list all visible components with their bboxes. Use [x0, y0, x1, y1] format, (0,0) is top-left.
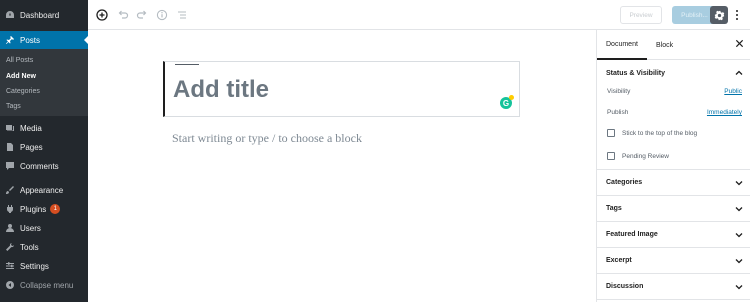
menu-item-pages[interactable]: Pages: [0, 138, 88, 156]
block-navigation-button[interactable]: [174, 7, 190, 23]
panel-title: Discussion: [606, 283, 644, 290]
chevron-down-icon: [735, 233, 743, 238]
content-info-button[interactable]: [154, 7, 170, 23]
settings-icon: [5, 261, 15, 271]
list-view-icon: [178, 11, 186, 19]
dashboard-icon: [5, 10, 15, 20]
title-toolbar-line: [175, 64, 199, 65]
plugin-icon: [5, 204, 15, 214]
collapse-icon: [5, 280, 15, 290]
brush-icon: [5, 185, 15, 195]
menu-label: Pages: [20, 142, 43, 152]
close-icon: [735, 39, 744, 48]
panel-title: Featured Image: [606, 231, 658, 238]
panel-title: Status & Visibility: [606, 69, 665, 77]
close-sidebar-button[interactable]: [735, 39, 745, 49]
grammarly-icon[interactable]: G: [500, 95, 514, 109]
submenu-categories[interactable]: Categories: [6, 88, 40, 95]
chevron-up-icon: [735, 70, 743, 75]
menu-item-users[interactable]: Users: [0, 219, 88, 237]
admin-sidebar: Dashboard Posts All Posts Add New Catego…: [0, 0, 88, 302]
chevron-down-icon: [735, 285, 743, 290]
menu-label: Users: [20, 223, 41, 233]
editor-canvas: Add title G Start writing or type / to c…: [88, 30, 596, 302]
settings-toggle-button[interactable]: [710, 6, 728, 24]
tab-block[interactable]: Block: [656, 30, 673, 60]
menu-label: Settings: [20, 261, 49, 271]
media-icon: [5, 123, 15, 133]
menu-label: Media: [20, 123, 42, 133]
plugin-update-badge: 1: [50, 204, 61, 214]
panel-categories[interactable]: Categories: [597, 170, 750, 196]
plus-circle-icon: [96, 9, 108, 21]
panel-title: Categories: [606, 179, 643, 186]
sticky-checkbox-label: Stick to the top of the blog: [622, 130, 698, 137]
gear-icon: [714, 10, 724, 20]
info-icon: [156, 9, 168, 21]
submenu-all-posts[interactable]: All Posts: [6, 57, 33, 64]
post-title-input[interactable]: Add title: [173, 76, 269, 104]
sidebar-tabs: Document Block: [597, 30, 750, 60]
redo-button[interactable]: [134, 7, 150, 23]
posts-submenu: All Posts Add New Categories Tags: [0, 49, 88, 116]
menu-label: Comments: [20, 161, 59, 171]
preview-button[interactable]: Preview: [620, 6, 662, 24]
menu-item-plugins[interactable]: Plugins 1: [0, 200, 88, 218]
menu-item-media[interactable]: Media: [0, 119, 88, 137]
menu-label: Plugins: [20, 204, 47, 214]
pin-icon: [5, 35, 15, 45]
menu-label: Collapse menu: [20, 280, 74, 290]
pending-review-label: Pending Review: [622, 153, 669, 160]
comment-icon: [5, 161, 15, 171]
visibility-label: Visibility: [607, 88, 631, 95]
block-appender-placeholder[interactable]: Start writing or type / to choose a bloc…: [172, 131, 362, 146]
panel-tags[interactable]: Tags: [597, 196, 750, 222]
wrench-icon: [5, 242, 15, 252]
submenu-add-new[interactable]: Add New: [6, 73, 36, 80]
publish-label: Publish: [607, 109, 629, 116]
dot: [736, 14, 738, 16]
panel-discussion[interactable]: Discussion: [597, 274, 750, 300]
panel-excerpt[interactable]: Excerpt: [597, 248, 750, 274]
page-icon: [5, 142, 15, 152]
publish-date-link[interactable]: Immediately: [707, 109, 742, 116]
panel-featured-image[interactable]: Featured Image: [597, 222, 750, 248]
chevron-down-icon: [735, 181, 743, 186]
panel-status-visibility[interactable]: Status & Visibility: [597, 60, 750, 86]
menu-item-dashboard[interactable]: Dashboard: [0, 6, 88, 24]
panel-title: Excerpt: [606, 257, 632, 264]
settings-sidebar: Document Block Status & Visibility Visib…: [596, 30, 750, 302]
panel-title: Tags: [606, 205, 622, 212]
editor-toolbar: Preview Publish...: [88, 0, 750, 30]
menu-item-appearance[interactable]: Appearance: [0, 181, 88, 199]
undo-icon: [118, 10, 129, 19]
submenu-tags[interactable]: Tags: [6, 103, 21, 110]
dot: [736, 10, 738, 12]
visibility-toggle-link[interactable]: Public: [724, 88, 742, 95]
undo-button[interactable]: [115, 7, 131, 23]
chevron-down-icon: [735, 207, 743, 212]
more-tools-button[interactable]: [733, 7, 741, 23]
chevron-down-icon: [735, 259, 743, 264]
user-icon: [5, 223, 15, 233]
menu-item-tools[interactable]: Tools: [0, 238, 88, 256]
post-title-block[interactable]: Add title G: [163, 61, 520, 117]
sticky-checkbox[interactable]: [607, 129, 615, 137]
add-block-button[interactable]: [94, 7, 110, 23]
dot: [736, 18, 738, 20]
menu-item-comments[interactable]: Comments: [0, 157, 88, 175]
menu-item-settings[interactable]: Settings: [0, 257, 88, 275]
pending-review-checkbox[interactable]: [607, 152, 615, 160]
redo-icon: [136, 10, 147, 19]
collapse-menu-button[interactable]: Collapse menu: [0, 276, 88, 294]
menu-label: Appearance: [20, 185, 64, 195]
menu-label: Tools: [20, 242, 39, 252]
menu-label: Posts: [20, 35, 41, 45]
menu-label: Dashboard: [20, 10, 60, 20]
tab-document[interactable]: Document: [597, 30, 647, 60]
menu-item-posts[interactable]: Posts: [0, 31, 88, 49]
